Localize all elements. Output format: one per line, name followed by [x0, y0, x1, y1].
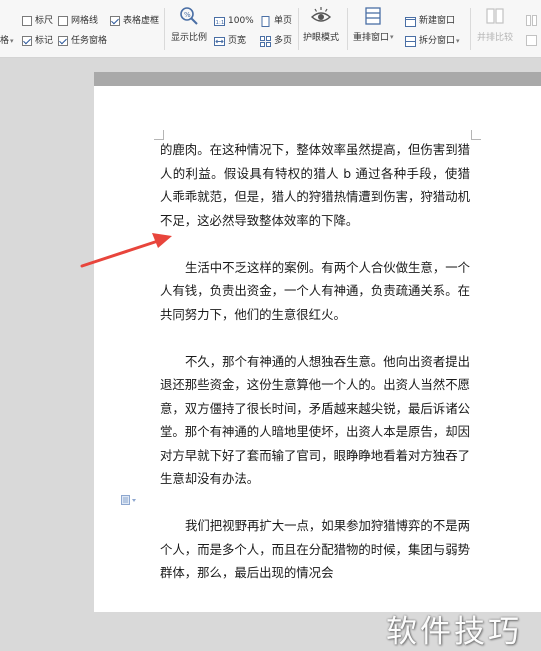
reset-position-icon	[526, 35, 537, 46]
multi-page-icon	[260, 35, 271, 47]
gridlines-checkbox[interactable]: 网格线	[58, 15, 98, 27]
page-width-button[interactable]: 页宽	[214, 35, 246, 47]
dropdown-arrow-icon: ▾	[456, 37, 460, 45]
ruler-checkbox-box[interactable]	[22, 16, 32, 26]
side-by-side-button[interactable]: 并排比较	[477, 6, 513, 43]
cut-off-label-text: 格	[0, 36, 10, 46]
document-body[interactable]: 的鹿肉。在这种情况下，整体效率虽然提高，但伤害到猎人的利益。假设具有特权的猎人 …	[160, 138, 470, 608]
eye-icon	[310, 7, 332, 22]
paragraph[interactable]: 生活中不乏这样的案例。有两个人合伙做生意，一个人有钱，负责出资金，一个人有神通，…	[160, 256, 470, 327]
reset-position-button[interactable]	[526, 35, 540, 46]
paragraph-marker-icon	[121, 495, 136, 505]
rearrange-window-button[interactable]: 重排窗口 ▾	[353, 6, 394, 43]
table-gridlines-checkbox-box[interactable]	[110, 16, 120, 26]
task-pane-label: 任务窗格	[71, 36, 108, 46]
split-window-icon	[405, 35, 416, 47]
show-ratio-label: 显示比例	[171, 33, 208, 43]
table-gridlines-label: 表格虚框	[123, 16, 160, 26]
paragraph[interactable]: 不久，那个有神通的人想独吞生意。他向出资者提出退还那些资金，这份生意算他一个人的…	[160, 350, 470, 491]
task-pane-checkbox[interactable]: 任务窗格	[58, 35, 107, 47]
new-window-button[interactable]: 新建窗口	[405, 15, 455, 27]
gridlines-label: 网格线	[71, 16, 99, 26]
gridlines-checkbox-box[interactable]	[58, 16, 68, 26]
new-window-icon	[405, 16, 416, 27]
page-width-label: 页宽	[228, 36, 247, 46]
eye-protection-button[interactable]: 护眼模式	[303, 6, 339, 43]
rearrange-window-label: 重排窗口	[353, 33, 390, 43]
paragraph[interactable]: 的鹿肉。在这种情况下，整体效率虽然提高，但伤害到猎人的利益。假设具有特权的猎人 …	[160, 138, 470, 232]
markup-checkbox[interactable]: 标记	[22, 35, 53, 47]
separator	[347, 8, 348, 50]
markup-label: 标记	[35, 36, 54, 46]
ruler-label: 标尺	[35, 16, 54, 26]
multi-page-label: 多页	[274, 36, 293, 46]
show-ratio-button[interactable]: % 显示比例	[171, 6, 207, 43]
multi-page-button[interactable]: 多页	[260, 35, 292, 47]
ruler-checkbox[interactable]: 标尺	[22, 15, 53, 27]
page-width-icon	[214, 36, 225, 46]
separator	[298, 8, 299, 50]
ribbon-toolbar: 格 ▾ 标尺 标记 网格线 任务窗格 表格虚框 % 显示比例 1:1 100% …	[0, 0, 541, 58]
split-window-label: 拆分窗口	[419, 36, 456, 46]
svg-text:1:1: 1:1	[216, 20, 225, 26]
separator	[470, 8, 471, 50]
svg-text:%: %	[184, 11, 191, 19]
separator	[164, 8, 165, 50]
document-workspace[interactable]: 的鹿肉。在这种情况下，整体效率虽然提高，但伤害到猎人的利益。假设具有特权的猎人 …	[0, 58, 541, 650]
watermark-text: 软件技巧	[386, 614, 522, 650]
document-page[interactable]: 的鹿肉。在这种情况下，整体效率虽然提高，但伤害到猎人的利益。假设具有特权的猎人 …	[94, 86, 541, 612]
zoom-icon: %	[180, 7, 198, 25]
task-pane-checkbox-box[interactable]	[58, 36, 68, 46]
zoom-100-icon: 1:1	[214, 16, 225, 26]
margin-corner-mark	[471, 130, 481, 140]
markup-checkbox-box[interactable]	[22, 36, 32, 46]
side-by-side-icon	[486, 8, 504, 24]
sync-scroll-button[interactable]	[526, 15, 540, 26]
eye-protection-label: 护眼模式	[303, 33, 340, 43]
page-top-shadow	[94, 72, 541, 86]
rearrange-window-icon	[365, 7, 381, 25]
paragraph-layout-marker[interactable]	[121, 495, 137, 505]
sync-scroll-icon	[526, 15, 537, 26]
single-page-label: 单页	[274, 16, 293, 26]
dropdown-arrow-icon: ▾	[10, 37, 14, 45]
cut-off-label[interactable]: 格 ▾	[0, 35, 14, 47]
side-by-side-label: 并排比较	[477, 33, 514, 43]
paragraph[interactable]: 我们把视野再扩大一点，如果参加狩猎博弈的不是两个人，而是多个人，而且在分配猎物的…	[160, 514, 470, 585]
dropdown-arrow-icon: ▾	[390, 32, 394, 41]
new-window-label: 新建窗口	[419, 16, 456, 26]
split-window-button[interactable]: 拆分窗口 ▾	[405, 35, 460, 47]
zoom-100-button[interactable]: 1:1 100%	[214, 15, 254, 27]
zoom-100-label: 100%	[228, 16, 254, 26]
table-gridlines-checkbox[interactable]: 表格虚框	[110, 15, 159, 27]
single-page-button[interactable]: 单页	[260, 15, 292, 27]
single-page-icon	[261, 15, 270, 27]
